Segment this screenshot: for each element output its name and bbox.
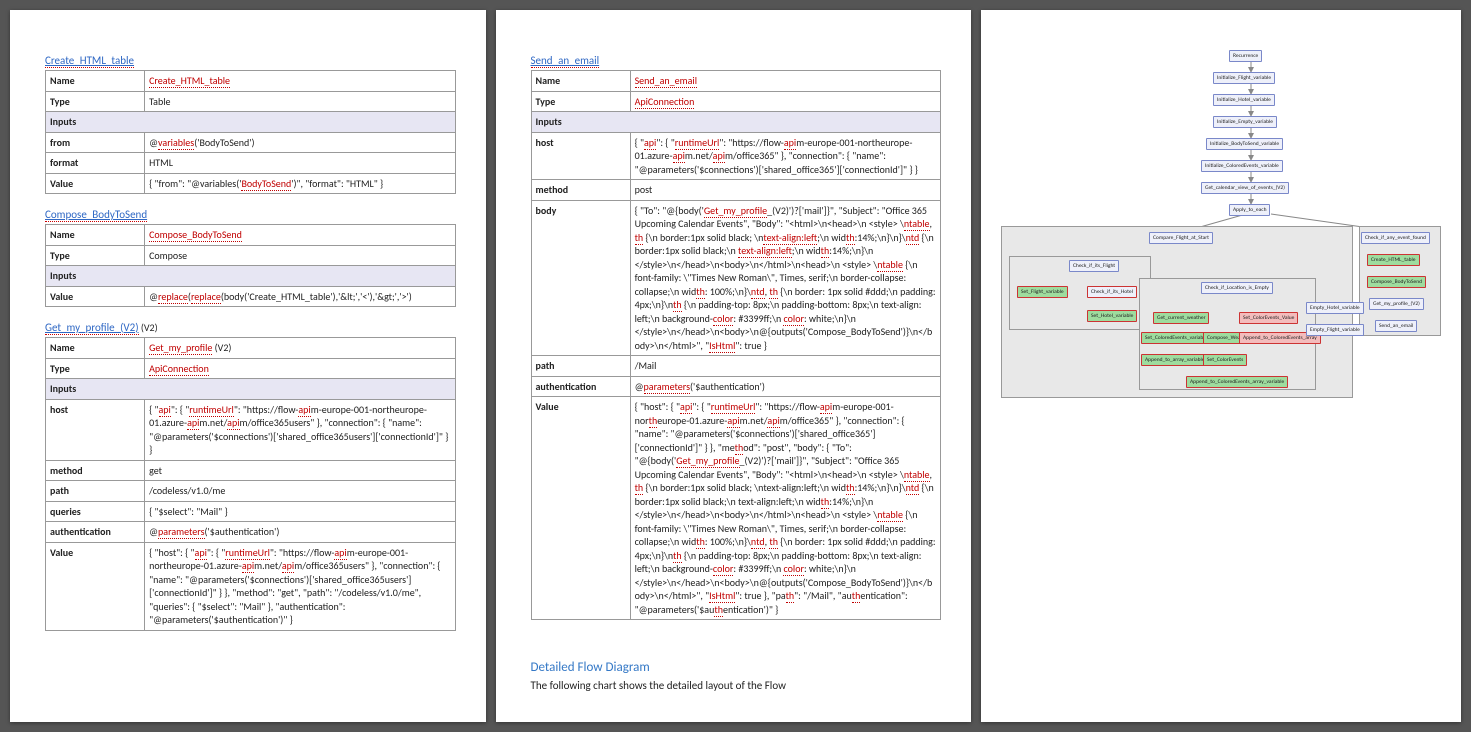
cell-key: method (531, 180, 630, 201)
cell-key: Type (46, 245, 145, 266)
action-table: NameGet_my_profile (V2)TypeApiConnection… (45, 337, 456, 631)
document-viewport: Create_HTML_tableNameCreate_HTML_tableTy… (0, 0, 1471, 732)
flow-diagram: Recurrence Initialize_Flight_variable In… (991, 36, 1451, 406)
node-empty-hotel: Empty_Hotel_variable (1306, 302, 1364, 314)
cell-key: Name (46, 71, 145, 92)
node-init-flight: Initialize_Flight_variable (1213, 72, 1275, 84)
node-append-colored-array-variable: Append_to_ColoredEvents_array_variable (1186, 376, 1288, 388)
node-check-location: Check_if_Location_is_Empty (1201, 282, 1273, 294)
cell-value: ApiConnection (630, 91, 940, 112)
cell-key: Value (46, 286, 145, 307)
cell-value: post (630, 180, 940, 201)
cell-key: body (531, 200, 630, 356)
inputs-header: Inputs (531, 112, 941, 133)
cell-value: { "api": { "runtimeUrl": "https://flow-a… (145, 399, 455, 460)
node-send-an-email: Send_an_email (1375, 320, 1417, 332)
node-apply-to-each: Apply_to_each (1229, 204, 1270, 216)
node-set-flight: Set_Flight_variable (1017, 286, 1068, 298)
node-init-empty: Initialize_Empty_variable (1213, 116, 1277, 128)
cell-value: /codeless/v1.0/me (145, 481, 455, 502)
cell-value: @parameters('$authentication') (145, 522, 455, 543)
page-1: Create_HTML_tableNameCreate_HTML_tableTy… (10, 10, 486, 722)
cell-value: Send_an_email (630, 71, 940, 92)
action-table: NameSend_an_emailTypeApiConnectionInputs… (531, 70, 942, 620)
inputs-header: Inputs (46, 379, 456, 400)
cell-key: path (46, 481, 145, 502)
cell-key: Name (46, 338, 145, 359)
cell-key: queries (46, 501, 145, 522)
page-2: Send_an_emailNameSend_an_emailTypeApiCon… (496, 10, 972, 722)
table-anchor[interactable]: Send_an_email (531, 54, 600, 68)
cell-value: { "api": { "runtimeUrl": "https://flow-a… (630, 132, 940, 180)
cell-value: HTML (145, 153, 455, 174)
node-get-my-profile: Get_my_profile_(V2) (1369, 298, 1424, 310)
cell-value: Compose (145, 245, 455, 266)
node-empty-flight: Empty_Flight_variable (1306, 324, 1364, 336)
cell-key: host (46, 399, 145, 460)
node-init-bodytosend: Initialize_BodyToSend_variable (1206, 138, 1283, 150)
cell-value: { "host": { "api": { "runtimeUrl": "http… (630, 397, 940, 620)
node-init-hotel: Initialize_Hotel_variable (1213, 94, 1275, 106)
node-create-html-table: Create_HTML_table (1367, 254, 1420, 266)
cell-key: authentication (46, 522, 145, 543)
action-table: NameCreate_HTML_tableTypeTableInputsfrom… (45, 70, 456, 194)
inputs-header: Inputs (46, 112, 456, 133)
cell-value: @replace(replace(body('Create_HTML_table… (145, 286, 455, 307)
node-set-colorevents-value: Set_ColorEvents_Value (1239, 312, 1298, 324)
node-set-hotel: Set_Hotel_variable (1087, 310, 1137, 322)
table-anchor[interactable]: Get_my_profile_(V2) (45, 321, 139, 335)
cell-value: Compose_BodyToSend (145, 225, 455, 246)
cell-value: @parameters('$authentication') (630, 376, 940, 397)
cell-key: Value (46, 542, 145, 630)
node-append-array-variable: Append_to_array_variable (1141, 354, 1209, 366)
cell-key: from (46, 132, 145, 153)
node-check-if-flight: Check_if_its_Flight (1069, 260, 1119, 272)
cell-value: @variables('BodyToSend') (145, 132, 455, 153)
node-compose-bodytosend: Compose_BodyToSend (1367, 276, 1426, 288)
cell-key: Type (46, 91, 145, 112)
cell-value: { "To": "@{body('Get_my_profile_(V2)')?[… (630, 200, 940, 356)
table-anchor[interactable]: Create_HTML_table (45, 54, 134, 68)
cell-value: { "$select": "Mail" } (145, 501, 455, 522)
cell-value: Get_my_profile (V2) (145, 338, 455, 359)
cell-value: Create_HTML_table (145, 71, 455, 92)
page-3: Recurrence Initialize_Flight_variable In… (981, 10, 1461, 722)
cell-value: ApiConnection (145, 358, 455, 379)
cell-key: Name (531, 71, 630, 92)
cell-key: path (531, 356, 630, 377)
node-recurrence: Recurrence (1229, 50, 1262, 62)
section-title: Detailed Flow Diagram (531, 660, 942, 675)
action-table: NameCompose_BodyToSendTypeComposeInputsV… (45, 224, 456, 307)
inputs-header: Inputs (46, 266, 456, 287)
node-check-if-hotel: Check_if_its_Hotel (1087, 286, 1137, 298)
cell-value: /Mail (630, 356, 940, 377)
cell-key: host (531, 132, 630, 180)
node-check-any-event: Check_if_any_event_found (1361, 232, 1430, 244)
cell-key: authentication (531, 376, 630, 397)
cell-value: { "from": "@variables('BodyToSend')", "f… (145, 173, 455, 194)
cell-key: format (46, 153, 145, 174)
cell-key: Value (531, 397, 630, 620)
cell-value: get (145, 460, 455, 481)
cell-value: { "host": { "api": { "runtimeUrl": "http… (145, 542, 455, 630)
node-init-colored: Initialize_ColoredEvents_variable (1201, 160, 1283, 172)
node-compare-flight: Compare_Flight_at_Start (1149, 232, 1213, 244)
cell-key: Type (531, 91, 630, 112)
node-get-weather: Get_current_weather (1153, 312, 1209, 324)
cell-key: Name (46, 225, 145, 246)
cell-key: method (46, 460, 145, 481)
cell-key: Value (46, 173, 145, 194)
node-set-colorevents: Set_ColorEvents (1203, 354, 1247, 366)
node-set-coloredvariable: Set_ColoredEvents_variable (1141, 332, 1211, 344)
table-anchor[interactable]: Compose_BodyToSend (45, 208, 147, 222)
section-subtitle: The following chart shows the detailed l… (531, 679, 942, 692)
node-get-calendar: Get_calendar_view_of_events_(V2) (1201, 182, 1289, 194)
cell-key: Type (46, 358, 145, 379)
cell-value: Table (145, 91, 455, 112)
